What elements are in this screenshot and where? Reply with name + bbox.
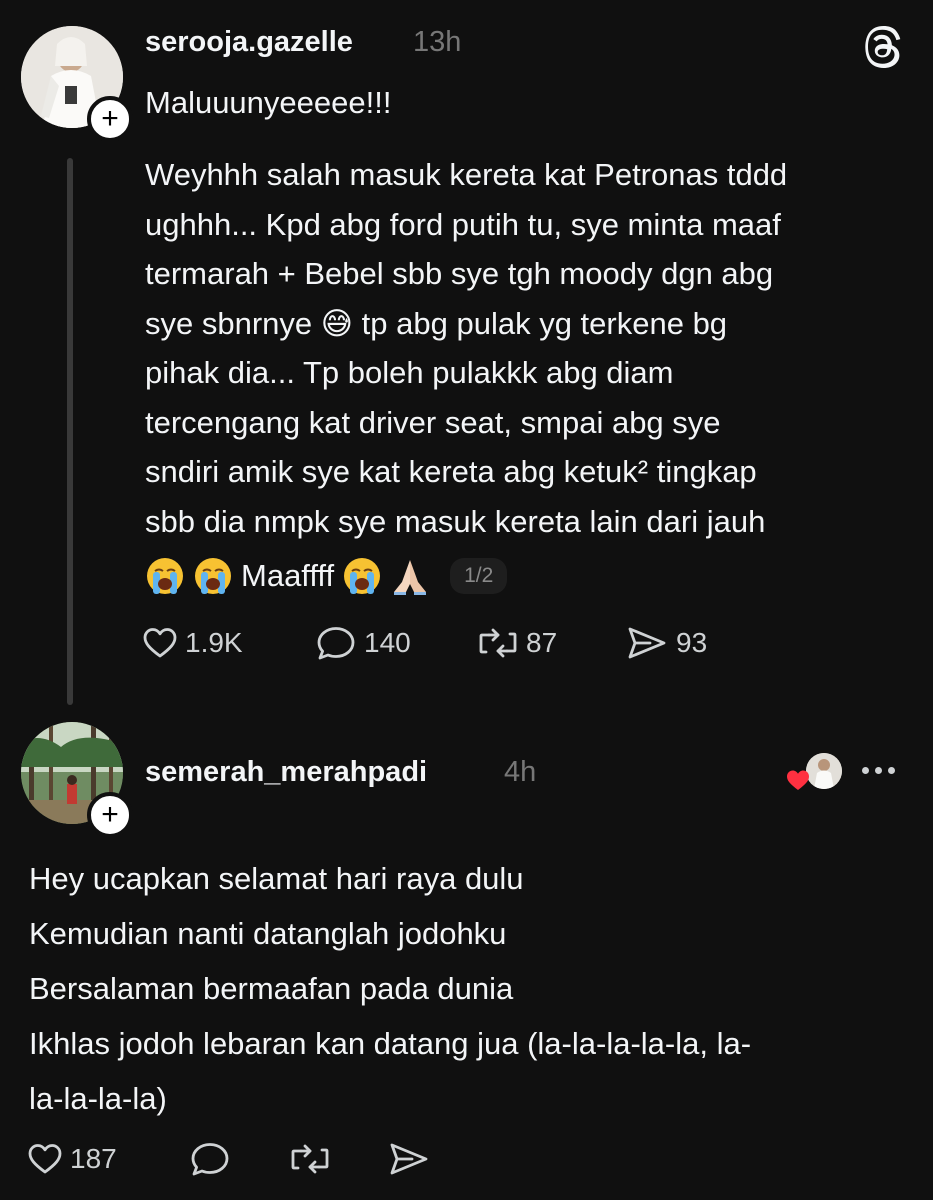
like-button[interactable]: 187	[28, 1143, 190, 1175]
crying-face-icon	[147, 558, 183, 594]
repost-button[interactable]	[290, 1142, 388, 1176]
comment-icon	[317, 627, 355, 660]
post-body: Weyhhh salah masuk kereta kat Petronas t…	[145, 157, 788, 539]
share-button[interactable]	[388, 1142, 430, 1176]
repost-button[interactable]: 87	[478, 626, 626, 660]
post-body-word: Maaffff	[241, 558, 335, 593]
follow-plus-icon[interactable]: +	[87, 792, 133, 838]
post-actions: 1.9K 140 87 93	[143, 626, 707, 660]
liked-by-author-avatar[interactable]	[806, 753, 842, 789]
like-count: 1.9K	[185, 627, 243, 658]
post-username[interactable]: semerah_merahpadi	[145, 756, 427, 789]
send-icon	[390, 1143, 428, 1175]
comment-icon	[191, 1143, 229, 1176]
post-body: Hey ucapkan selamat hari raya dulu Kemud…	[29, 861, 752, 1116]
share-button[interactable]: 93	[626, 626, 707, 660]
like-button[interactable]: 1.9K	[143, 627, 316, 659]
post-body-last-line: Maaffff 1/2	[145, 556, 508, 596]
repost-count: 87	[526, 627, 558, 658]
repost-icon	[291, 1144, 329, 1174]
follow-plus-icon[interactable]: +	[87, 96, 133, 142]
page-indicator[interactable]: 1/2	[450, 558, 508, 594]
threads-logo-icon[interactable]	[862, 26, 904, 68]
share-count: 93	[676, 627, 708, 658]
reply-button[interactable]	[190, 1142, 290, 1176]
praying-hands-icon	[394, 560, 427, 595]
post-timestamp: 4h	[504, 756, 537, 788]
post-timestamp: 13h	[413, 26, 462, 58]
reply-button[interactable]: 140	[316, 626, 478, 660]
repost-icon	[479, 628, 517, 658]
post-username[interactable]: serooja.gazelle	[145, 26, 353, 59]
send-icon	[628, 627, 666, 659]
crying-face-icon	[344, 558, 381, 594]
post-actions: 187	[28, 1142, 430, 1176]
more-icon[interactable]	[862, 767, 895, 774]
post-headline: Maluuunyeeeee!!!	[145, 85, 392, 120]
thread-post-1: + serooja.gazelle 13h Maluuunyeeeee!!! W…	[0, 0, 933, 705]
crying-face-icon	[195, 558, 231, 594]
thread-post-2: + semerah_merahpadi 4h Hey ucapkan selam…	[0, 705, 933, 1200]
author-liked-heart-icon	[787, 770, 809, 790]
like-count: 187	[70, 1143, 117, 1174]
reply-count: 140	[364, 627, 411, 658]
thread-connector-line	[67, 158, 73, 705]
heart-icon	[143, 628, 177, 658]
heart-icon	[28, 1144, 62, 1174]
